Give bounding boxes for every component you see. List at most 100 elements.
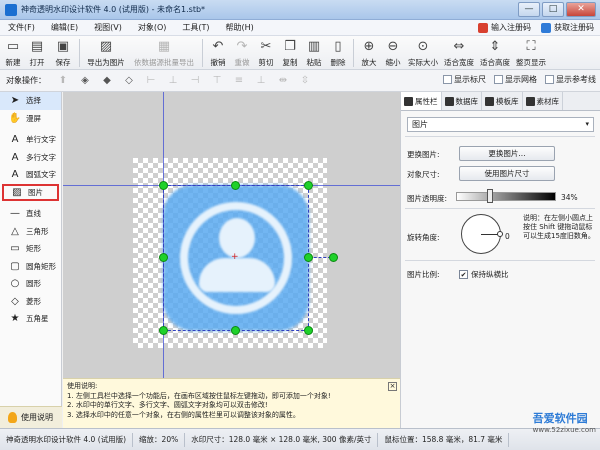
resize-handle-bottom-right[interactable] bbox=[304, 326, 313, 335]
site-watermark-url: www.52zixue.com bbox=[532, 426, 596, 434]
tool-image[interactable]: ▨ 图片 bbox=[2, 183, 59, 201]
layer-down-icon[interactable]: ◇ bbox=[122, 74, 136, 88]
undo-label: 撤销 bbox=[210, 58, 226, 67]
rotation-note: 说明：在左侧小圆点上按住 Shift 键拖动鼠标可以生成15度旧数角。 bbox=[523, 214, 595, 240]
resize-handle-bottom-left[interactable] bbox=[159, 326, 168, 335]
fit-height-button[interactable]: ⇕ 适合高度 bbox=[477, 36, 513, 69]
copy-button[interactable]: ❐ 复制 bbox=[278, 36, 302, 69]
maximize-button[interactable]: □ bbox=[542, 2, 564, 17]
zoom-out-label: 缩小 bbox=[385, 58, 401, 67]
tab-label: 素材库 bbox=[536, 96, 560, 106]
redo-button[interactable]: ↷ 重做 bbox=[230, 36, 254, 69]
menu-bar: 文件(F) 编辑(E) 视图(V) 对象(O) 工具(T) 帮助(H) 输入注册… bbox=[0, 20, 600, 36]
resize-handle-bottom[interactable] bbox=[231, 326, 240, 335]
batch-export-button[interactable]: ▦ 依数据源批量导出 bbox=[129, 36, 199, 69]
help-tab[interactable]: 使用说明 bbox=[0, 406, 62, 428]
object-type-select[interactable]: 图片 ▾ bbox=[407, 117, 594, 132]
tool-circle[interactable]: ○ 圆形 bbox=[0, 275, 61, 293]
tool-multi-line-text[interactable]: A 多行文字 bbox=[0, 149, 61, 167]
tool-select[interactable]: ➤ 选择 bbox=[0, 92, 61, 110]
align-left-icon[interactable]: ⊢ bbox=[144, 74, 158, 88]
layer-icon[interactable]: ◈ bbox=[78, 74, 92, 88]
close-button[interactable]: ✕ bbox=[566, 2, 596, 17]
zoom-in-button[interactable]: ⊕ 放大 bbox=[357, 36, 381, 69]
tool-rounded-rectangle[interactable]: ▢ 圆角矩形 bbox=[0, 258, 61, 276]
resize-handle-top[interactable] bbox=[231, 181, 240, 190]
menu-object[interactable]: 对象(O) bbox=[130, 22, 175, 33]
object-operations-label: 对象操作： bbox=[6, 76, 46, 85]
image-icon: ▨ bbox=[12, 186, 22, 198]
menu-view[interactable]: 视图(V) bbox=[86, 22, 130, 33]
tool-line[interactable]: — 直线 bbox=[0, 205, 61, 223]
resize-handle-left[interactable] bbox=[159, 253, 168, 262]
triangle-icon: △ bbox=[11, 225, 19, 237]
export-image-label: 导出为图片 bbox=[87, 58, 125, 67]
tool-label: 菱形 bbox=[26, 296, 41, 306]
zoom-out-button[interactable]: ⊖ 缩小 bbox=[381, 36, 405, 69]
show-guides-toggle[interactable]: 显示参考线 bbox=[545, 74, 596, 85]
tab-properties[interactable]: 属性栏 bbox=[401, 92, 442, 110]
tab-database[interactable]: 数据库 bbox=[442, 92, 482, 110]
minimize-button[interactable]: — bbox=[518, 2, 540, 17]
distribute-v-icon[interactable]: ⇳ bbox=[298, 74, 312, 88]
align-top-icon[interactable]: ⊤ bbox=[210, 74, 224, 88]
tab-templates[interactable]: 模板库 bbox=[482, 92, 523, 110]
new-button[interactable]: ▭ 新建 bbox=[2, 36, 24, 69]
tool-single-line-text[interactable]: A 单行文字 bbox=[0, 131, 61, 149]
main-toolbar: ▭ 新建 ▤ 打开 ▣ 保存 ▨ 导出为图片 ▦ 依数据源批量导出 ↶ 撤销 ↷ 重做 ✂ 剪切… bbox=[0, 36, 600, 70]
cut-button[interactable]: ✂ 剪切 bbox=[254, 36, 278, 69]
use-image-size-button[interactable]: 使用图片尺寸 bbox=[459, 166, 555, 181]
opacity-slider[interactable] bbox=[456, 192, 556, 201]
help-note-close-button[interactable]: × bbox=[388, 382, 397, 391]
tab-label: 模板库 bbox=[496, 96, 519, 106]
resize-handle-right[interactable] bbox=[304, 253, 313, 262]
menu-edit[interactable]: 编辑(E) bbox=[43, 22, 86, 33]
align-center-icon[interactable]: ⊥ bbox=[166, 74, 180, 88]
rotation-dial-knob[interactable] bbox=[497, 231, 503, 237]
undo-button[interactable]: ↶ 撤销 bbox=[206, 36, 230, 69]
show-ruler-toggle[interactable]: 显示标尺 bbox=[443, 74, 486, 85]
window-title: 神奇透明水印设计软件 4.0 (试用版) - 未命名1.stb* bbox=[21, 5, 206, 14]
align-bottom-icon[interactable]: ⊥ bbox=[254, 74, 268, 88]
layer-up-icon[interactable]: ⬆ bbox=[56, 74, 70, 88]
hand-icon: ✋ bbox=[8, 112, 22, 124]
tool-star[interactable]: ★ 五角星 bbox=[0, 310, 61, 328]
save-button[interactable]: ▣ 保存 bbox=[50, 36, 76, 69]
tab-materials[interactable]: 素材库 bbox=[523, 92, 563, 110]
keep-ratio-checkbox[interactable]: ✔ 保持纵横比 bbox=[459, 269, 509, 280]
tool-arc-text[interactable]: A 圆弧文字 bbox=[0, 166, 61, 184]
enter-register-link[interactable]: 输入注册码 bbox=[478, 22, 531, 33]
resize-handle-top-left[interactable] bbox=[159, 181, 168, 190]
align-right-icon[interactable]: ⊣ bbox=[188, 74, 202, 88]
tool-rectangle[interactable]: ▭ 矩形 bbox=[0, 240, 61, 258]
toolbar-separator bbox=[79, 39, 80, 67]
rotate-handle[interactable] bbox=[329, 253, 338, 262]
menu-tools[interactable]: 工具(T) bbox=[174, 22, 217, 33]
tool-triangle[interactable]: △ 三角形 bbox=[0, 223, 61, 241]
replace-image-button[interactable]: 更换图片... bbox=[459, 146, 555, 161]
export-image-button[interactable]: ▨ 导出为图片 bbox=[83, 36, 129, 69]
open-button[interactable]: ▤ 打开 bbox=[24, 36, 50, 69]
tool-diamond[interactable]: ◇ 菱形 bbox=[0, 293, 61, 311]
actual-size-button[interactable]: ⊙ 实际大小 bbox=[405, 36, 441, 69]
tool-pan[interactable]: ✋ 漫屏 bbox=[0, 110, 61, 128]
fit-width-button[interactable]: ⇔ 适合宽度 bbox=[441, 36, 477, 69]
full-page-button[interactable]: ⛶ 整页显示 bbox=[513, 36, 549, 69]
opacity-slider-thumb[interactable] bbox=[487, 189, 493, 203]
design-canvas[interactable]: + bbox=[63, 92, 400, 378]
paste-button[interactable]: ▥ 粘贴 bbox=[302, 36, 326, 69]
get-register-link[interactable]: 获取注册码 bbox=[541, 22, 594, 33]
menu-help[interactable]: 帮助(H) bbox=[218, 22, 262, 33]
align-middle-icon[interactable]: ≡ bbox=[232, 74, 246, 88]
menu-file[interactable]: 文件(F) bbox=[0, 22, 43, 33]
show-grid-toggle[interactable]: 显示网格 bbox=[494, 74, 537, 85]
delete-button[interactable]: ▯ 删除 bbox=[326, 36, 350, 69]
help-note-line: 3. 选择水印中的任意一个对象，在右侧的属性栏里可以调整该对象的属性。 bbox=[67, 410, 300, 419]
resize-handle-top-right[interactable] bbox=[304, 181, 313, 190]
redo-icon: ↷ bbox=[236, 39, 248, 54]
full-page-label: 整页显示 bbox=[516, 58, 546, 67]
tool-label: 直线 bbox=[26, 209, 41, 219]
layer-stack-icon[interactable]: ◆ bbox=[100, 74, 114, 88]
fit-height-label: 适合高度 bbox=[480, 58, 510, 67]
distribute-h-icon[interactable]: ⇹ bbox=[276, 74, 290, 88]
